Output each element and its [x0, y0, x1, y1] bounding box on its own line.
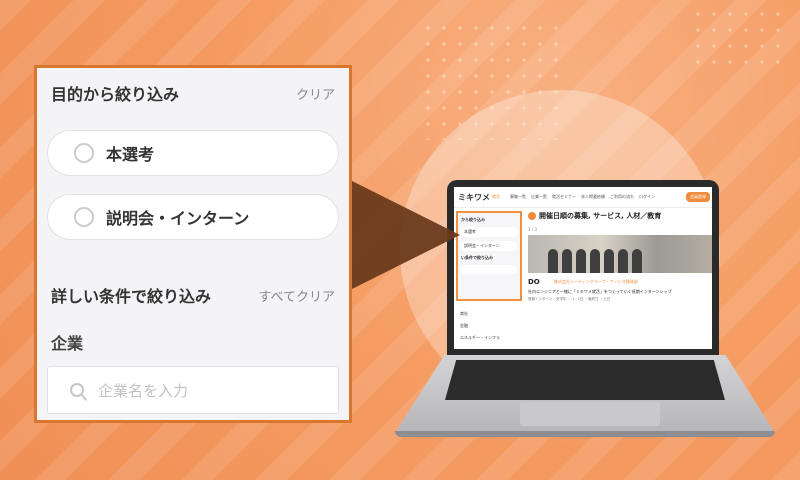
mini-filter-option[interactable]: 本選考 [461, 227, 517, 237]
job-headline[interactable]: 社内エンジニアと一緒に「ミキワメ就活」をつくっていく長期インターンシップ [528, 289, 712, 294]
laptop-screen: ミキワメ 就活 募集一覧 企業一覧 就活セミナー 求人掲載依頼 ご利用の流れ ロ… [454, 187, 712, 349]
option-seminar-internship[interactable]: 説明会・インターン [47, 194, 339, 240]
mini-filter-detail: い条件で絞り込み [461, 255, 493, 260]
mini-meta: 1 / 3 [528, 227, 712, 232]
mini-filter-search[interactable] [461, 265, 517, 274]
mini-side-item[interactable]: 金融 [460, 323, 518, 329]
filter-panel: 目的から絞り込み クリア 本選考 説明会・インターン 詳しい条件で絞り込み すべ… [34, 65, 352, 423]
search-icon [70, 383, 84, 397]
mini-page-title-text: 開催日順の募集, サービス, 人材／教育 [539, 212, 662, 220]
mini-side-item[interactable]: 商社 [460, 311, 518, 317]
nav-item[interactable]: ご利用の流れ [610, 194, 634, 200]
site-logo-tag: 就活 [492, 194, 500, 199]
detail-filter-title: 詳しい条件で絞り込み [51, 287, 212, 306]
title-icon [528, 212, 536, 220]
mini-main: 開催日順の募集, サービス, 人材／教育 1 / 3 DO 株式会社シーディング… [528, 211, 712, 349]
company-label: 企業 [51, 334, 84, 353]
nav-item[interactable]: 募集一覧 [510, 194, 526, 200]
laptop-touchpad [520, 402, 660, 426]
company-name[interactable]: 株式会社シーディングマーケ・サービス開発部 [554, 279, 638, 285]
radio-icon [74, 143, 94, 163]
radio-icon [74, 207, 94, 227]
purpose-filter-header: 目的から絞り込み クリア [37, 68, 349, 108]
site-logo[interactable]: ミキワメ [458, 192, 490, 203]
nav-item[interactable]: ログイン [639, 194, 655, 200]
mini-filter-option[interactable]: 説明会・インターン [461, 241, 517, 251]
job-photo[interactable] [528, 235, 712, 273]
mini-filter-title: から絞り込み [461, 217, 485, 222]
people-image [548, 249, 642, 273]
callout-pointer [340, 175, 460, 295]
mini-filter-panel: から絞り込み 本選考 説明会・インターン い条件で絞り込み [456, 211, 522, 301]
clear-all-button[interactable]: すべてクリア [258, 286, 335, 305]
purpose-filter-title: 目的から絞り込み [51, 85, 180, 104]
detail-filter-header: 詳しい条件で絞り込み すべてクリア [37, 280, 349, 310]
site-header: ミキワメ 就活 募集一覧 企業一覧 就活セミナー 求人掲載依頼 ご利用の流れ ロ… [454, 187, 712, 208]
option-main-selection[interactable]: 本選考 [47, 130, 339, 176]
company-search-placeholder: 企業名を入力 [98, 381, 189, 400]
laptop-keyboard [445, 360, 725, 400]
mini-side-list: 商社 金融 エネルギー・インフラ [456, 305, 522, 347]
mini-pagination: 1 / 3 [528, 227, 537, 232]
option-label: 説明会・インターン [106, 209, 250, 228]
company-logo: DO [528, 278, 540, 286]
nav-item[interactable]: 求人掲載依頼 [581, 194, 605, 200]
job-card-head: DO 株式会社シーディングマーケ・サービス開発部 [528, 278, 712, 286]
site-nav: 募集一覧 企業一覧 就活セミナー 求人掲載依頼 ご利用の流れ ログイン [510, 194, 655, 200]
clear-button[interactable]: クリア [296, 84, 335, 103]
nav-item[interactable]: 就活セミナー [552, 194, 576, 200]
mini-page-title: 開催日順の募集, サービス, 人材／教育 [528, 211, 712, 221]
job-sub: 長期インターン・全学年 ・ 1・2日 ・最終日 ・土日 [528, 297, 611, 301]
decor-dots [690, 6, 790, 66]
mini-side-item[interactable]: エネルギー・インフラ [460, 335, 518, 341]
company-search-input[interactable]: 企業名を入力 [47, 366, 339, 414]
signup-button[interactable]: 会員登録 [686, 192, 710, 202]
nav-item[interactable]: 企業一覧 [531, 194, 547, 200]
laptop-rim [395, 431, 775, 437]
option-label: 本選考 [106, 145, 155, 164]
